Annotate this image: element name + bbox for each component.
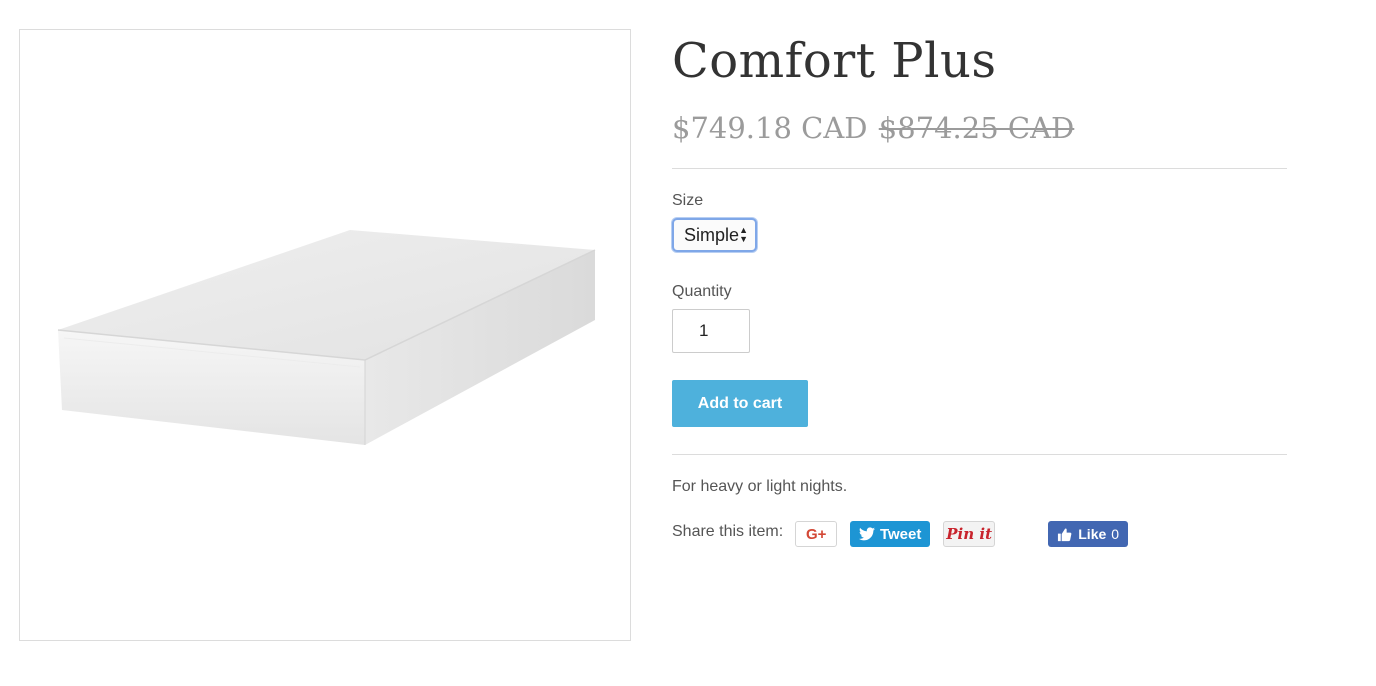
divider — [672, 454, 1287, 455]
mattress-image — [57, 230, 596, 445]
share-row: Share this item: G+ Tweet Pin it Like 0 — [672, 520, 1287, 548]
google-plus-label: G+ — [805, 525, 827, 543]
like-count: 0 — [1111, 526, 1120, 542]
tweet-label: Tweet — [879, 525, 922, 543]
updown-arrows-icon: ▲ ▼ — [739, 225, 748, 244]
product-page: Comfort Plus $749.18 CAD $874.25 CAD Siz… — [0, 0, 1376, 686]
add-to-cart-button[interactable]: Add to cart — [672, 380, 808, 427]
size-select[interactable]: Simple ▲ ▼ — [672, 218, 757, 252]
quantity-label: Quantity — [672, 283, 732, 300]
tweet-button[interactable]: Tweet — [850, 521, 931, 547]
compare-at-price: $874.25 CAD — [878, 111, 1075, 145]
price-row: $749.18 CAD $874.25 CAD — [672, 108, 1287, 148]
pin-it-label: Pin it — [946, 525, 993, 543]
sale-price: $749.18 CAD — [672, 111, 868, 145]
share-label: Share this item: — [672, 523, 784, 540]
twitter-bird-icon — [858, 527, 875, 541]
facebook-like-button[interactable]: Like 0 — [1048, 521, 1129, 547]
google-plus-share-button[interactable]: G+ — [795, 521, 838, 547]
product-info: Comfort Plus $749.18 CAD $874.25 CAD Siz… — [672, 24, 1287, 548]
size-select-value: Simple — [684, 224, 740, 245]
product-image-frame — [19, 29, 631, 641]
thumbs-up-icon — [1058, 527, 1072, 541]
size-label: Size — [672, 192, 704, 209]
divider — [672, 168, 1287, 169]
pin-it-button[interactable]: Pin it — [943, 521, 996, 547]
quantity-input[interactable] — [672, 309, 750, 353]
product-title: Comfort Plus — [672, 33, 997, 89]
like-label: Like — [1078, 526, 1107, 542]
product-description: For heavy or light nights. — [672, 478, 848, 495]
